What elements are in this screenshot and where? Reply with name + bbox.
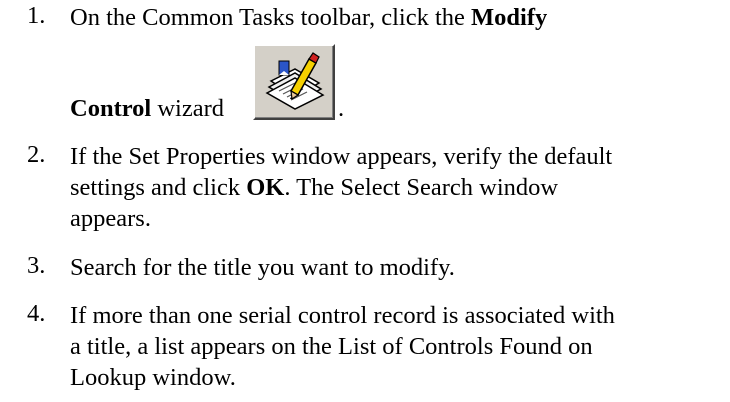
step-line: If the Set Properties window appears, ve… <box>70 143 613 170</box>
step-line: a title, a list appears on the List of C… <box>70 333 593 360</box>
step-line: If more than one serial control record i… <box>70 302 615 329</box>
step-text: Search for the title you want to modify. <box>70 252 725 283</box>
step-line: On the Common Tasks toolbar, click the M… <box>70 2 725 33</box>
step-text-prefix: settings and click <box>70 174 247 201</box>
step-text: If more than one serial control record i… <box>70 300 725 393</box>
step-line: Control wizard <box>70 93 224 124</box>
step-line: Lookup window. <box>70 364 236 391</box>
step-text-suffix: wizard <box>151 95 225 122</box>
step-trailing-period: . <box>338 95 345 122</box>
step-line: Search for the title you want to modify. <box>70 254 455 281</box>
modify-control-wizard-icon[interactable] <box>253 44 335 120</box>
step-text-suffix: . The Select Search window <box>284 174 559 201</box>
step-bold-text: Modify <box>471 4 548 31</box>
step-text-prefix: On the Common Tasks toolbar, click the <box>70 4 472 31</box>
step-number: 1. <box>27 2 46 29</box>
step-bold-text: Control <box>70 95 152 122</box>
document-pencil-icon <box>265 52 325 110</box>
step-line: settings and click OK. The Select Search… <box>70 172 725 203</box>
step-bold-text: OK <box>246 174 285 201</box>
step-number: 4. <box>27 300 46 327</box>
step-text: On the Common Tasks toolbar, click the M… <box>70 2 725 33</box>
step-number: 3. <box>27 252 46 279</box>
step-text: If the Set Properties window appears, ve… <box>70 141 725 234</box>
step-number: 2. <box>27 141 46 168</box>
step-line: appears. <box>70 205 151 232</box>
